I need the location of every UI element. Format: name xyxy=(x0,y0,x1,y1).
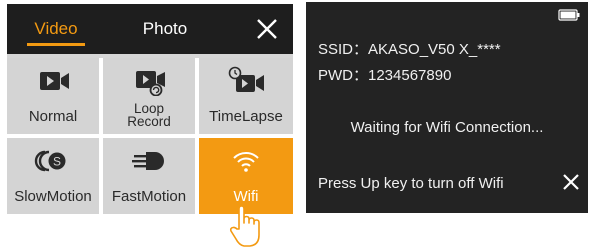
mode-tile-timelapse[interactable]: TimeLapse xyxy=(199,58,293,134)
mode-tile-normal[interactable]: Normal xyxy=(7,58,99,134)
close-icon[interactable] xyxy=(562,173,580,191)
wifi-connection-screen: SSID：AKASO_V50 X_**** PWD：1234567890 Wai… xyxy=(306,2,588,213)
mode-label: Loop Record xyxy=(127,101,171,129)
waiting-status-text: Waiting for Wifi Connection... xyxy=(350,119,544,136)
svg-text:S: S xyxy=(53,155,61,169)
mode-menu-screen: Video Photo Normal Loop Record TimeLapse… xyxy=(7,4,293,214)
tab-video[interactable]: Video xyxy=(21,16,91,46)
tap-hand-icon xyxy=(229,200,260,247)
mode-tile-fastmotion[interactable]: FastMotion xyxy=(103,138,195,214)
turn-off-hint: Press Up key to turn off Wifi xyxy=(318,175,504,192)
timelapse-icon xyxy=(228,66,264,92)
mode-label: FastMotion xyxy=(111,188,187,205)
tab-photo[interactable]: Photo xyxy=(135,16,195,46)
mode-tile-loop-record[interactable]: Loop Record xyxy=(103,58,195,134)
loop-record-icon xyxy=(136,71,165,96)
mode-label: SlowMotion xyxy=(14,188,92,205)
fast-motion-icon xyxy=(132,152,164,170)
mode-label: TimeLapse xyxy=(209,108,283,125)
ssid-text: SSID：AKASO_V50 X_**** xyxy=(318,41,501,58)
menu-header: Video Photo xyxy=(7,4,293,54)
mode-tile-slowmotion[interactable]: S SlowMotion xyxy=(7,138,99,214)
slow-motion-icon: S xyxy=(34,150,66,172)
mode-grid: Normal Loop Record TimeLapse S SlowMotio… xyxy=(7,58,293,214)
battery-icon xyxy=(558,9,580,21)
mode-label: Normal xyxy=(28,108,78,125)
wifi-icon xyxy=(233,152,259,172)
password-text: PWD：1234567890 xyxy=(318,67,452,84)
close-icon[interactable] xyxy=(255,17,279,41)
video-camera-icon xyxy=(40,72,69,90)
